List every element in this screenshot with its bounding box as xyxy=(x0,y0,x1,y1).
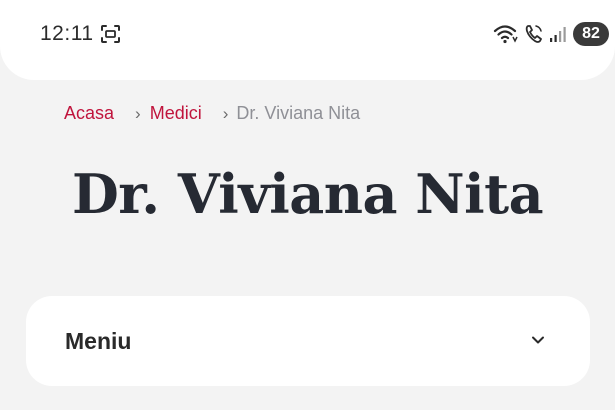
breadcrumb: Acasa › Medici › Dr. Viviana Nita xyxy=(64,103,360,124)
battery-icon: 82 xyxy=(573,22,609,46)
menu-dropdown[interactable]: Meniu xyxy=(26,296,590,386)
signal-icon xyxy=(549,25,567,43)
page-title: Dr. Viviana Nita xyxy=(71,162,544,226)
breadcrumb-separator: › xyxy=(135,103,141,123)
call-icon xyxy=(525,24,543,44)
breadcrumb-link-doctors[interactable]: Medici xyxy=(150,103,202,124)
status-bar: 12:11 82 xyxy=(0,0,615,80)
breadcrumb-current: Dr. Viviana Nita xyxy=(236,103,361,123)
menu-dropdown-label: Meniu xyxy=(65,328,132,354)
status-time: 12:11 xyxy=(40,22,94,45)
chevron-down-icon xyxy=(530,333,546,347)
status-icons: 82 xyxy=(493,21,609,47)
breadcrumb-link-home[interactable]: Acasa xyxy=(64,103,114,124)
screenshot-icon xyxy=(100,24,121,44)
breadcrumb-separator: › xyxy=(222,103,229,123)
wifi-icon xyxy=(493,23,519,45)
